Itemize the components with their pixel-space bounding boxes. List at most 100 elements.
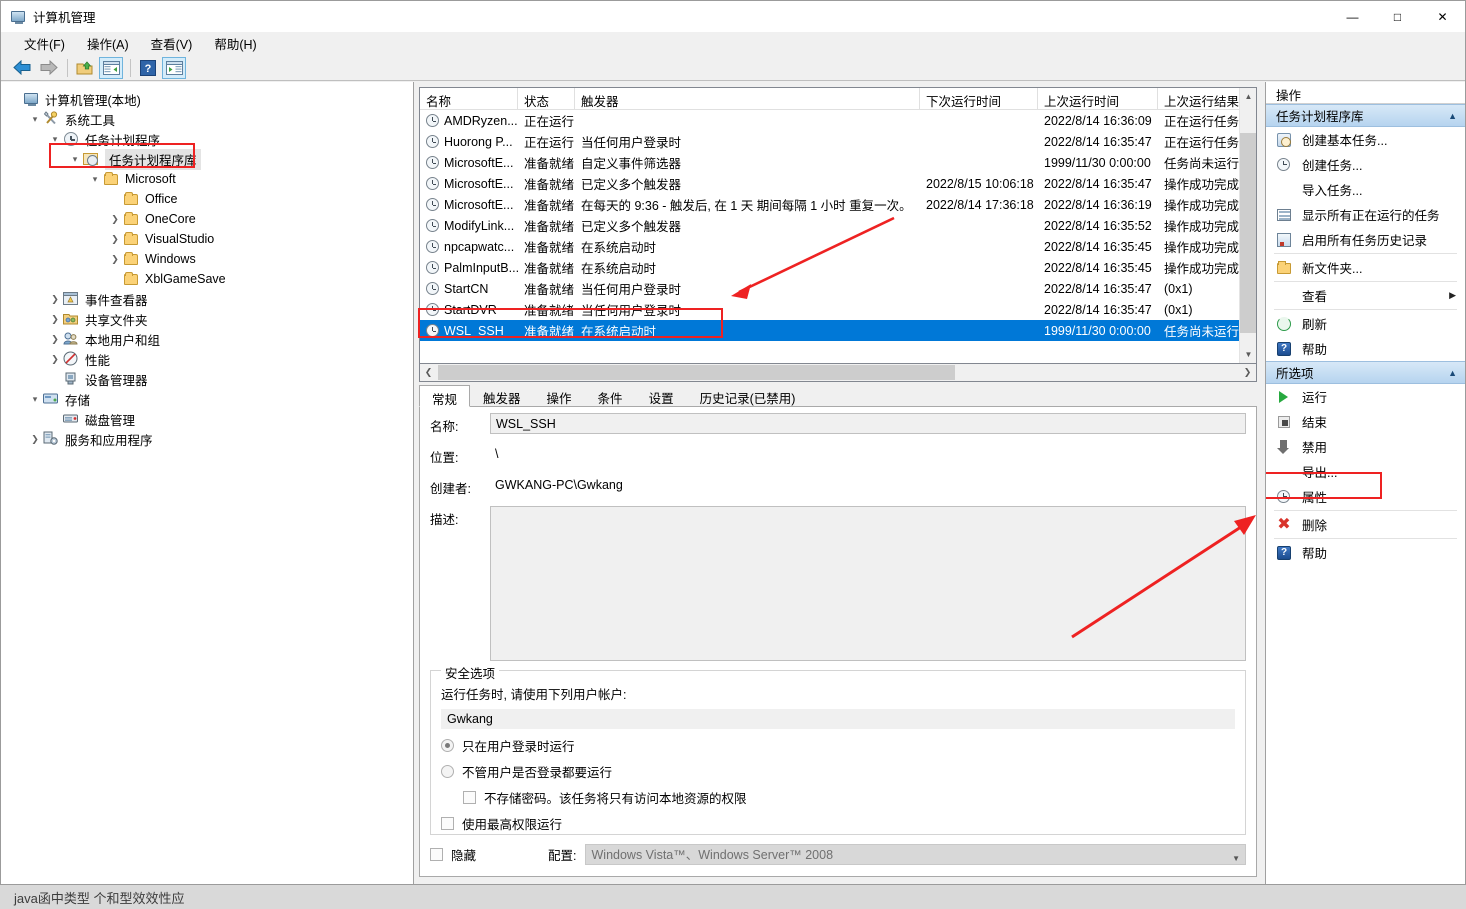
action-item-none-1-3[interactable]: 导出... bbox=[1266, 459, 1465, 484]
tree-node-1[interactable]: ▾ 系统工具 bbox=[1, 109, 413, 129]
action-item-help-0-8[interactable]: ? 帮助 bbox=[1266, 336, 1465, 361]
scroll-right-icon[interactable]: ❯ bbox=[1239, 365, 1256, 381]
table-row[interactable]: WSL_SSH 准备就绪 在系统启动时 1999/11/30 0:00:00 任务尚未运… bbox=[420, 320, 1256, 341]
collapse-icon[interactable]: ▲ bbox=[1448, 111, 1457, 121]
option-run-highest-privileges[interactable]: 使用最高权限运行 bbox=[441, 814, 1235, 833]
table-row[interactable]: StartCN 准备就绪 当任何用户登录时 2022/8/14 16:35:47 (0x… bbox=[420, 278, 1256, 299]
task-list-horizontal-scrollbar[interactable]: ❮ ❯ bbox=[419, 364, 1257, 382]
radio-regardless-icon[interactable] bbox=[441, 765, 454, 778]
tree-node-10[interactable]: ❯ 事件查看器 bbox=[1, 289, 413, 309]
show-action-pane-icon[interactable] bbox=[162, 56, 186, 79]
menu-file[interactable]: 文件(F) bbox=[15, 32, 74, 56]
checkbox-highest-icon[interactable] bbox=[441, 817, 454, 830]
name-field[interactable]: WSL_SSH bbox=[490, 413, 1246, 434]
tree-node-16[interactable]: 磁盘管理 bbox=[1, 409, 413, 429]
show-tree-pane-icon[interactable] bbox=[99, 56, 123, 79]
tree-node-13[interactable]: ❯ 性能 bbox=[1, 349, 413, 369]
column-header-3[interactable]: 下次运行时间 bbox=[920, 88, 1038, 109]
task-list-vertical-scrollbar[interactable]: ▲ ▼ bbox=[1239, 88, 1256, 363]
menu-action[interactable]: 操作(A) bbox=[78, 32, 138, 56]
chevron-down-icon[interactable]: ▼ bbox=[1232, 851, 1240, 864]
chevron-right-icon[interactable]: ❯ bbox=[47, 311, 63, 327]
action-item-disable-1-2[interactable]: 禁用 bbox=[1266, 434, 1465, 459]
option-do-not-store-password[interactable]: 不存储密码。该任务将只有访问本地资源的权限 bbox=[441, 788, 1235, 807]
chevron-down-icon[interactable]: ▾ bbox=[47, 131, 63, 147]
option-run-only-when-logged-on[interactable]: 只在用户登录时运行 bbox=[441, 736, 1235, 755]
table-row[interactable]: MicrosoftE... 准备就绪 已定义多个触发器 2022/8/15 10:06… bbox=[420, 173, 1256, 194]
description-field[interactable] bbox=[490, 506, 1246, 661]
tree-node-6[interactable]: ❯ OneCore bbox=[1, 209, 413, 229]
tree-node-12[interactable]: ❯ 本地用户和组 bbox=[1, 329, 413, 349]
tab-2[interactable]: 操作 bbox=[534, 384, 585, 406]
tree-node-3[interactable]: ▾ 任务计划程序库 bbox=[1, 148, 413, 170]
column-header-2[interactable]: 触发器 bbox=[575, 88, 920, 109]
tab-3[interactable]: 条件 bbox=[585, 384, 636, 406]
tree-node-11[interactable]: ❯ 共享文件夹 bbox=[1, 309, 413, 329]
table-row[interactable]: Huorong P... 正在运行 当任何用户登录时 2022/8/14 16:35:… bbox=[420, 131, 1256, 152]
chevron-right-icon[interactable]: ❯ bbox=[47, 331, 63, 347]
chevron-right-icon[interactable]: ❯ bbox=[47, 291, 63, 307]
submenu-arrow-icon[interactable]: ▶ bbox=[1449, 290, 1456, 301]
chevron-right-icon[interactable]: ❯ bbox=[107, 231, 123, 247]
tree-node-7[interactable]: ❯ VisualStudio bbox=[1, 229, 413, 249]
vertical-scroll-thumb[interactable] bbox=[1240, 133, 1256, 333]
action-item-properties-1-4[interactable]: 属性 bbox=[1266, 484, 1465, 509]
tab-5[interactable]: 历史记录(已禁用) bbox=[687, 384, 809, 406]
maximize-button[interactable]: □ bbox=[1375, 1, 1420, 32]
action-item-enable-task-history-0-4[interactable]: 启用所有任务历史记录 bbox=[1266, 227, 1465, 252]
action-item-none-0-2[interactable]: 导入任务... bbox=[1266, 177, 1465, 202]
horizontal-scroll-thumb[interactable] bbox=[438, 365, 955, 380]
scroll-up-icon[interactable]: ▲ bbox=[1240, 88, 1256, 105]
minimize-button[interactable]: — bbox=[1330, 1, 1375, 32]
chevron-down-icon[interactable]: ▾ bbox=[87, 171, 103, 187]
forward-icon[interactable] bbox=[36, 57, 60, 79]
action-item-show-running-tasks-0-3[interactable]: 显示所有正在运行的任务 bbox=[1266, 202, 1465, 227]
table-row[interactable]: npcapwatc... 准备就绪 在系统启动时 2022/8/14 16:35:45… bbox=[420, 236, 1256, 257]
action-item-refresh-0-7[interactable]: 刷新 bbox=[1266, 311, 1465, 336]
tree-node-5[interactable]: Office bbox=[1, 189, 413, 209]
up-folder-icon[interactable] bbox=[73, 57, 97, 79]
tree-node-0[interactable]: 计算机管理(本地) bbox=[1, 89, 413, 109]
action-item-help-1-6[interactable]: ? 帮助 bbox=[1266, 540, 1465, 565]
configure-for-combobox[interactable]: Windows Vista™、Windows Server™ 2008 ▼ bbox=[584, 844, 1246, 865]
tree-node-2[interactable]: ▾ 任务计划程序 bbox=[1, 129, 413, 149]
tree-node-8[interactable]: ❯ Windows bbox=[1, 249, 413, 269]
action-item-end-1-1[interactable]: 结束 bbox=[1266, 409, 1465, 434]
actions-section-header-1[interactable]: 所选项 ▲ bbox=[1266, 361, 1465, 384]
chevron-right-icon[interactable]: ❯ bbox=[107, 251, 123, 267]
action-item-create-basic-task-0-0[interactable]: 创建基本任务... bbox=[1266, 127, 1465, 152]
chevron-right-icon[interactable]: ❯ bbox=[47, 351, 63, 367]
table-row[interactable]: AMDRyzen... 正在运行 2022/8/14 16:36:09 正在运行任务 bbox=[420, 110, 1256, 131]
action-item-new-folder-0-5[interactable]: 新文件夹... bbox=[1266, 255, 1465, 280]
back-icon[interactable] bbox=[10, 57, 34, 79]
table-row[interactable]: StartDVR 准备就绪 当任何用户登录时 2022/8/14 16:35:47 (0… bbox=[420, 299, 1256, 320]
menu-view[interactable]: 查看(V) bbox=[142, 32, 202, 56]
chevron-down-icon[interactable]: ▾ bbox=[27, 391, 43, 407]
action-item-run-1-0[interactable]: 运行 bbox=[1266, 384, 1465, 409]
scroll-down-icon[interactable]: ▼ bbox=[1240, 346, 1256, 363]
table-row[interactable]: PalmInputB... 准备就绪 在系统启动时 2022/8/14 16:35:4… bbox=[420, 257, 1256, 278]
collapse-icon[interactable]: ▲ bbox=[1448, 368, 1457, 378]
option-run-regardless[interactable]: 不管用户是否登录都要运行 bbox=[441, 762, 1235, 781]
tab-1[interactable]: 触发器 bbox=[470, 384, 534, 406]
table-row[interactable]: ModifyLink... 准备就绪 已定义多个触发器 2022/8/14 16:35… bbox=[420, 215, 1256, 236]
close-button[interactable]: ✕ bbox=[1420, 1, 1465, 32]
help-icon[interactable]: ? bbox=[136, 57, 160, 79]
tree-node-14[interactable]: 设备管理器 bbox=[1, 369, 413, 389]
action-item-none-0-6[interactable]: 查看 ▶ bbox=[1266, 283, 1465, 308]
tree-node-4[interactable]: ▾ Microsoft bbox=[1, 169, 413, 189]
column-header-4[interactable]: 上次运行时间 bbox=[1038, 88, 1158, 109]
action-item-create-task-0-1[interactable]: 创建任务... bbox=[1266, 152, 1465, 177]
tree-node-15[interactable]: ▾ 存储 bbox=[1, 389, 413, 409]
tree-node-9[interactable]: XblGameSave bbox=[1, 269, 413, 289]
table-row[interactable]: MicrosoftE... 准备就绪 在每天的 9:36 - 触发后, 在 1 天 … bbox=[420, 194, 1256, 215]
actions-section-header-0[interactable]: 任务计划程序库 ▲ bbox=[1266, 104, 1465, 127]
menu-help[interactable]: 帮助(H) bbox=[205, 32, 265, 56]
tab-4[interactable]: 设置 bbox=[636, 384, 687, 406]
chevron-down-icon[interactable]: ▾ bbox=[67, 151, 83, 167]
column-header-0[interactable]: 名称 bbox=[420, 88, 518, 109]
tab-0[interactable]: 常规 bbox=[419, 385, 471, 407]
checkbox-hidden-icon[interactable] bbox=[430, 848, 443, 861]
chevron-down-icon[interactable]: ▾ bbox=[27, 111, 43, 127]
scroll-left-icon[interactable]: ❮ bbox=[420, 365, 437, 381]
